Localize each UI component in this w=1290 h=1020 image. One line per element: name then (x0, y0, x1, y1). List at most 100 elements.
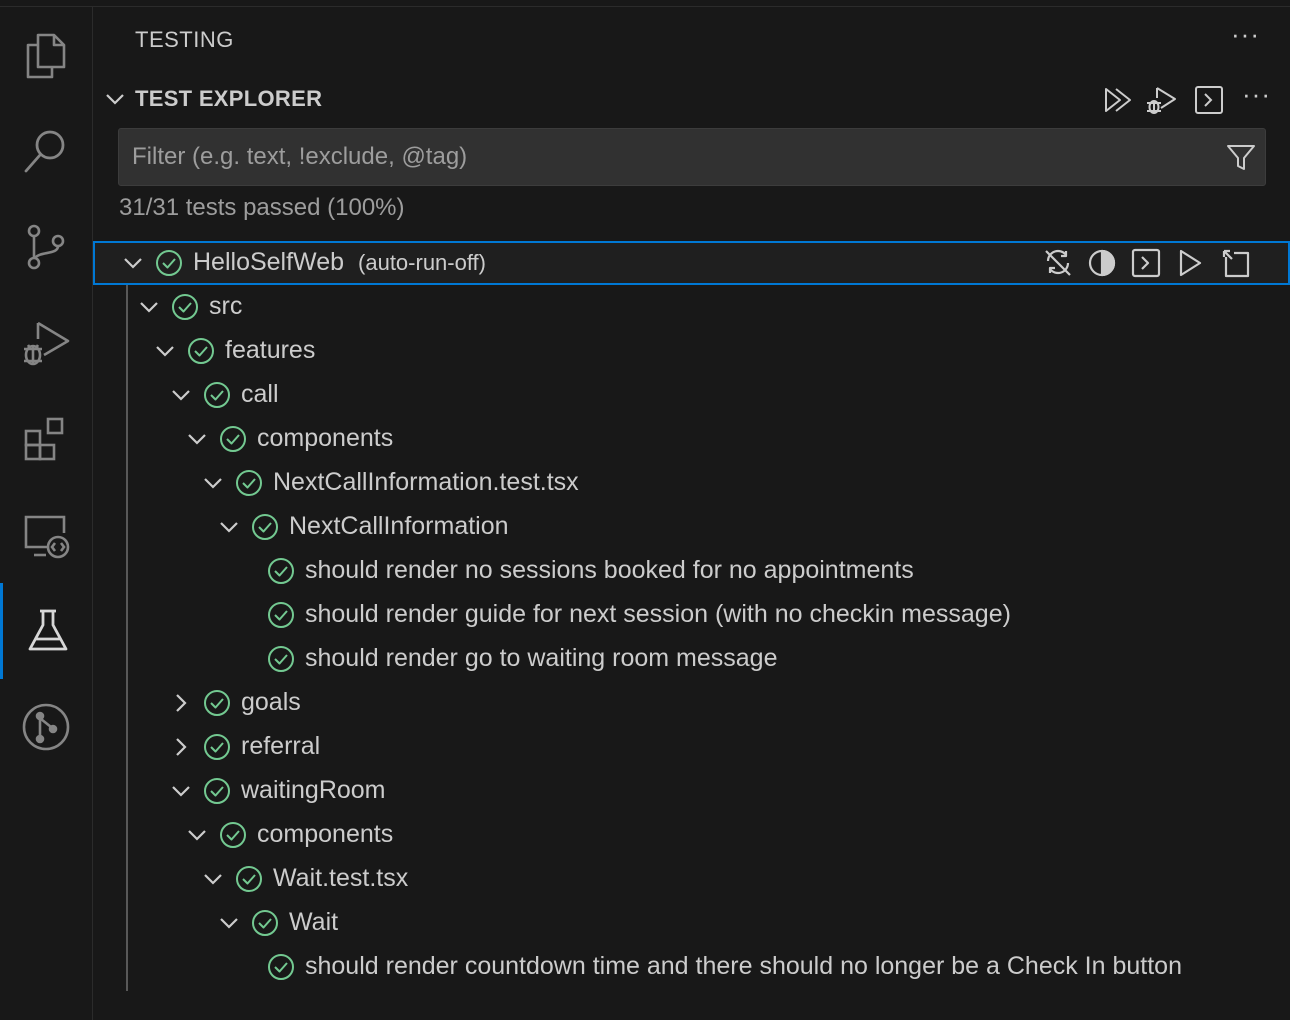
coverage-toggle-button[interactable] (1084, 245, 1120, 281)
test-tree-item[interactable]: NextCallInformation (93, 505, 1290, 549)
debug-all-tests-button[interactable] (1144, 83, 1178, 117)
passed-check-icon (188, 338, 214, 364)
test-item-label: should render go to waiting room message (305, 644, 778, 672)
chevron-down-icon[interactable] (135, 293, 163, 321)
section-more-actions-button[interactable]: ··· (1242, 81, 1271, 107)
test-tree-item[interactable]: waitingRoom (93, 769, 1290, 813)
passed-check-icon (172, 294, 198, 320)
chevron-down-icon[interactable] (151, 337, 179, 365)
test-filter-input[interactable] (119, 129, 1209, 185)
extensions-icon (24, 417, 64, 461)
debug-all-icon (1147, 87, 1176, 114)
go-to-output-button[interactable] (1128, 245, 1164, 281)
passed-check-icon (220, 822, 246, 848)
test-tree-item[interactable]: NextCallInformation.test.tsx (93, 461, 1290, 505)
activity-remote-explorer[interactable] (0, 487, 92, 583)
coverage-icon (1088, 249, 1116, 277)
activity-testing[interactable] (0, 583, 92, 679)
chevron-right-icon[interactable] (167, 689, 195, 717)
chevron-down-icon[interactable] (119, 249, 147, 277)
chevron-right-icon[interactable] (167, 733, 195, 761)
continuous-run-off-icon (1045, 249, 1071, 276)
test-tree-item[interactable]: components (93, 417, 1290, 461)
run-all-icon (1105, 88, 1131, 112)
go-to-file-icon (1222, 249, 1250, 278)
chevron-down-icon[interactable] (199, 865, 227, 893)
passed-check-icon (268, 558, 294, 584)
test-case-row[interactable]: should render no sessions booked for no … (93, 549, 1290, 593)
passed-check-icon (236, 866, 262, 892)
test-item-label: NextCallInformation (289, 512, 509, 540)
test-item-label: referral (241, 732, 321, 760)
activity-extensions[interactable] (0, 391, 92, 487)
testing-icon (28, 609, 67, 651)
test-item-label: HelloSelfWeb (auto-run-off) (193, 248, 486, 276)
run-icon (1179, 249, 1202, 277)
toggle-continuous-run-button[interactable] (1040, 245, 1076, 281)
activity-search[interactable] (0, 103, 92, 199)
test-item-label: should render guide for next session (wi… (305, 600, 1011, 628)
passed-check-icon (220, 426, 246, 452)
test-item-label: Wait (289, 908, 339, 936)
panel-more-actions-button[interactable]: ··· (1231, 21, 1260, 47)
files-icon (26, 33, 66, 79)
test-case-row[interactable]: should render countdown time and there s… (93, 945, 1290, 989)
test-item-label: Wait.test.tsx (273, 864, 409, 892)
filter-button[interactable] (1223, 139, 1259, 175)
activity-run-debug[interactable] (0, 295, 92, 391)
test-tree-item[interactable]: components (93, 813, 1290, 857)
run-all-tests-button[interactable] (1100, 83, 1134, 117)
chevron-down-icon[interactable] (215, 909, 243, 937)
activity-explorer[interactable] (0, 7, 92, 103)
git-graph-icon (22, 703, 70, 751)
test-explorer-section-header[interactable]: TEST EXPLORER ··· (93, 81, 1290, 117)
go-to-file-button[interactable] (1218, 245, 1254, 281)
activity-git-graph[interactable] (0, 679, 92, 775)
test-item-label: should render countdown time and there s… (305, 952, 1182, 980)
test-case-row[interactable]: should render go to waiting room message (93, 637, 1290, 681)
test-tree-item[interactable]: Wait (93, 901, 1290, 945)
passed-check-icon (156, 250, 182, 276)
test-filter-box (118, 128, 1266, 186)
section-title: TEST EXPLORER (135, 86, 323, 111)
passed-check-icon (204, 690, 230, 716)
terminal-output-icon (1195, 86, 1223, 114)
test-tree-item[interactable]: Wait.test.tsx (93, 857, 1290, 901)
testing-sidebar: TESTING ··· TEST EXPLORER ··· Filter (e.… (93, 7, 1290, 1020)
test-item-label: waitingRoom (241, 776, 386, 804)
chevron-down-icon[interactable] (183, 425, 211, 453)
chevron-down-icon[interactable] (199, 469, 227, 497)
chevron-down-icon (106, 94, 124, 105)
passed-check-icon (204, 382, 230, 408)
filter-icon (1227, 145, 1255, 170)
passed-check-icon (204, 734, 230, 760)
passed-check-icon (268, 954, 294, 980)
chevron-down-icon[interactable] (167, 777, 195, 805)
test-tree-item[interactable]: call (93, 373, 1290, 417)
test-item-label: features (225, 336, 316, 364)
panel-title: TESTING (135, 27, 234, 52)
test-item-label: goals (241, 688, 301, 716)
test-item-label: components (257, 424, 394, 452)
show-output-button[interactable] (1192, 83, 1226, 117)
test-item-description: (auto-run-off) (358, 250, 486, 275)
chevron-down-icon[interactable] (183, 821, 211, 849)
test-item-label: should render no sessions booked for no … (305, 556, 914, 584)
chevron-down-icon[interactable] (215, 513, 243, 541)
source-control-icon (27, 224, 65, 270)
passed-check-icon (268, 602, 294, 628)
chevron-down-icon[interactable] (167, 381, 195, 409)
test-tree-item[interactable]: referral (93, 725, 1290, 769)
window-top-border (0, 0, 1290, 7)
run-test-button[interactable] (1172, 245, 1208, 281)
terminal-output-icon (1131, 248, 1161, 278)
test-tree-item[interactable]: features (93, 329, 1290, 373)
test-case-row[interactable]: should render guide for next session (wi… (93, 593, 1290, 637)
activity-source-control[interactable] (0, 199, 92, 295)
run-debug-icon (24, 321, 70, 366)
test-tree-item[interactable]: src (93, 285, 1290, 329)
test-tree-item[interactable]: HelloSelfWeb (auto-run-off) (93, 241, 1290, 285)
passed-check-icon (236, 470, 262, 496)
test-result-summary: 31/31 tests passed (100%) (119, 194, 405, 221)
test-tree-item[interactable]: goals (93, 681, 1290, 725)
